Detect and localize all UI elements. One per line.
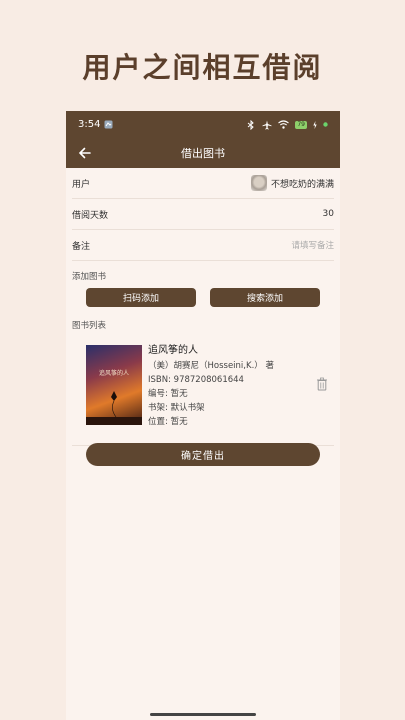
book-info: 追风筝的人 （美）胡赛尼（Hosseini,K.） 著 ISBN: 978720…: [148, 344, 274, 429]
user-avatar: [250, 175, 267, 191]
wifi-icon: [278, 120, 290, 129]
days-value[interactable]: 30: [323, 209, 334, 219]
remark-input[interactable]: 请填写备注: [291, 239, 334, 251]
book-number: 编号: 暂无: [148, 389, 188, 399]
back-arrow-icon[interactable]: [76, 144, 94, 162]
remark-row[interactable]: 备注 请填写备注: [72, 230, 334, 261]
notification-icon: [104, 120, 113, 129]
confirm-lend-button[interactable]: 确定借出: [86, 443, 320, 466]
delete-icon[interactable]: [316, 377, 328, 391]
scan-add-button[interactable]: 扫码添加: [86, 288, 196, 307]
status-bar: 3:54 79: [66, 111, 340, 138]
book-isbn: ISBN: 9787208061644: [148, 375, 244, 385]
book-cover-art: 追风筝的人: [86, 369, 142, 425]
user-label: 用户: [72, 179, 91, 190]
book-list-item[interactable]: 追风筝的人 追风筝的人 （美）胡赛尼（Hosseini,K.） 著 ISBN: …: [72, 337, 334, 446]
search-add-button[interactable]: 搜索添加: [210, 288, 320, 307]
days-label: 借阅天数: [72, 210, 109, 221]
book-title: 追风筝的人: [148, 345, 198, 356]
remark-label: 备注: [72, 241, 91, 252]
book-cover: 追风筝的人: [86, 345, 142, 425]
user-row[interactable]: 用户 不想吃奶的满满: [72, 168, 334, 199]
app-bar: 借出图书: [66, 138, 340, 168]
status-time: 3:54: [78, 119, 101, 130]
book-author: （美）胡赛尼（Hosseini,K.） 著: [148, 361, 274, 371]
book-shelf: 书架: 默认书架: [148, 403, 205, 413]
user-name: 不想吃奶的满满: [270, 179, 334, 190]
status-dot-icon: [323, 122, 328, 127]
add-books-label: 添加图书: [72, 272, 107, 282]
phone-screen: 3:54 79 借出图书 用户 不想吃奶的满满 借阅天数 30 备注 请填写备注…: [66, 111, 340, 720]
battery-icon: 79: [295, 120, 307, 129]
gesture-bar[interactable]: [150, 713, 256, 716]
days-row[interactable]: 借阅天数 30: [72, 199, 334, 230]
promo-headline: 用户之间相互借阅: [82, 51, 323, 84]
charging-icon: [313, 120, 317, 129]
book-cover-title: 追风筝的人: [99, 369, 129, 377]
book-location: 位置: 暂无: [148, 417, 188, 427]
airplane-icon: [262, 120, 272, 129]
bluetooth-off-icon: [248, 119, 255, 130]
page-title: 借出图书: [181, 147, 225, 160]
book-list-label: 图书列表: [72, 321, 107, 331]
